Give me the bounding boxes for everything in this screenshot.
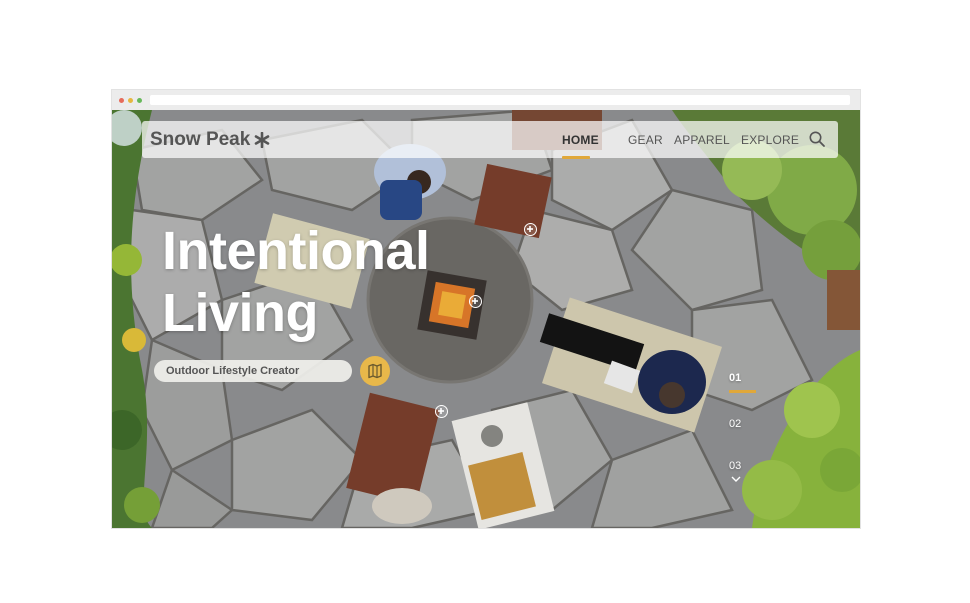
minimize-window-dot[interactable] [128,98,133,103]
address-bar[interactable] [150,95,850,105]
slide-indicator-01[interactable]: 01 [729,372,741,384]
slide-indicator-03[interactable]: 03 [729,460,741,472]
page-viewport: Snow Peak HOME GEAR APPAREL EXPLORE Inte… [112,110,860,528]
nav-apparel[interactable]: APPAREL [674,133,730,147]
plus-circle-icon [438,408,444,414]
nav-explore[interactable]: EXPLORE [741,133,799,147]
nav-active-indicator [562,156,590,159]
slide-active-bar [729,390,756,393]
chevron-down-icon[interactable] [731,476,741,482]
hero-subtitle: Outdoor Lifestyle Creator [166,365,300,377]
map-button[interactable] [360,356,390,386]
asterisk-star-icon [255,132,270,148]
map-icon [368,363,382,379]
brand-name: Snow Peak [150,129,251,150]
brand-logo[interactable]: Snow Peak [150,129,270,151]
top-navigation-bar: Snow Peak HOME GEAR APPAREL EXPLORE [142,121,838,159]
maximize-window-dot[interactable] [137,98,142,103]
search-icon[interactable] [808,130,826,148]
hotspot-chair-bottom[interactable] [435,405,448,418]
hotspot-chair-top[interactable] [524,223,537,236]
hero-title: Intentional Living [162,220,522,344]
browser-toolbar [112,90,860,110]
hero-title-line-2: Living [162,283,319,343]
browser-window: Snow Peak HOME GEAR APPAREL EXPLORE Inte… [112,90,860,528]
close-window-dot[interactable] [119,98,124,103]
slide-indicator-02[interactable]: 02 [729,418,741,430]
nav-home[interactable]: HOME [562,133,599,147]
hotspot-fire-pit[interactable] [469,295,482,308]
hero-title-line-1: Intentional [162,221,430,281]
plus-circle-icon [472,298,478,304]
nav-gear[interactable]: GEAR [628,133,663,147]
plus-circle-icon [527,226,533,232]
subtitle-pill: Outdoor Lifestyle Creator [154,360,352,382]
